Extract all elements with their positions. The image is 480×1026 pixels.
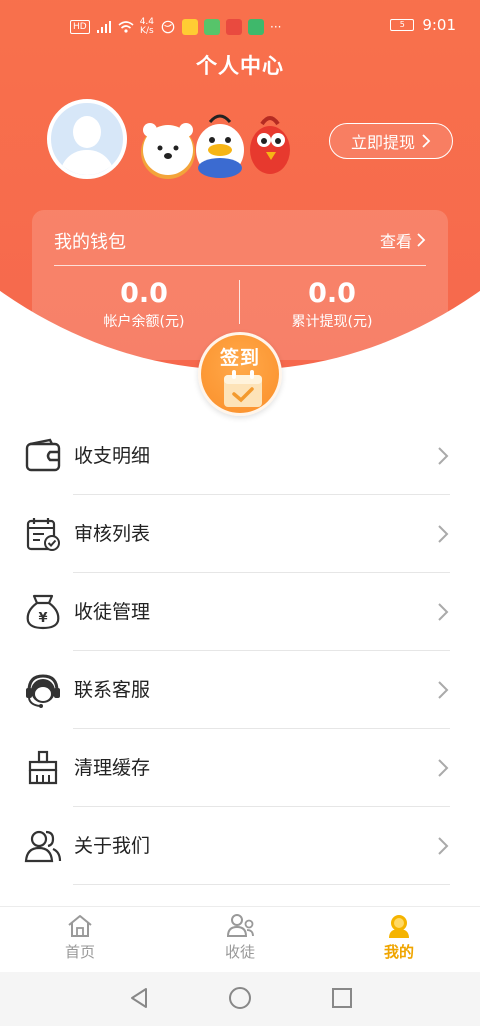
menu-item-income-expense[interactable]: 收支明细: [0, 417, 480, 495]
chevron-right-icon: [438, 603, 449, 621]
home-circle-icon[interactable]: [228, 986, 252, 1010]
system-navigation-bar: [0, 972, 480, 1026]
app-notification-icon: [182, 19, 199, 35]
menu-item-label: 清理缓存: [74, 757, 151, 779]
menu-item-label: 审核列表: [74, 523, 151, 545]
chevron-right-icon: [438, 759, 449, 777]
browser-icon: [161, 20, 175, 34]
account-balance-label: 帐户余额(元): [103, 314, 185, 330]
clock: 9:01: [422, 16, 456, 34]
page-title: 个人中心: [196, 54, 284, 78]
chevron-right-icon: [438, 525, 449, 543]
battery-icon: 5: [390, 19, 415, 31]
total-withdrawn-label: 累计提现(元): [291, 314, 373, 330]
tab-label: 收徒: [224, 943, 255, 961]
menu-divider: [73, 884, 450, 885]
app-notification-icon: [248, 19, 265, 35]
checkin-label: 签到: [219, 347, 260, 369]
menu-item-apprentice-management[interactable]: ¥ 收徒管理: [0, 573, 480, 651]
mascot-illustration: [141, 114, 290, 179]
chevron-right-icon: [422, 134, 431, 148]
headset-icon: [26, 674, 60, 708]
app-notification-icon: [204, 19, 221, 35]
bottom-tab-bar: 首页 收徒 我的: [0, 906, 480, 970]
tab-mine[interactable]: 我的: [359, 913, 439, 962]
tab-label: 我的: [383, 943, 414, 961]
wifi-icon: [118, 21, 134, 33]
account-balance: 0.0 帐户余额(元): [44, 278, 244, 331]
apprentice-icon: [226, 914, 254, 937]
withdraw-now-button[interactable]: 立即提现: [329, 123, 453, 159]
calendar-check-icon: [26, 518, 60, 551]
money-bag-icon: ¥: [26, 594, 60, 630]
menu-item-about-us[interactable]: 关于我们: [0, 807, 480, 885]
home-icon: [68, 915, 92, 937]
calendar-check-icon: [224, 370, 262, 407]
tab-home[interactable]: 首页: [40, 913, 120, 962]
wallet-title: 我的钱包: [54, 232, 126, 253]
menu-item-label: 收支明细: [74, 445, 151, 467]
menu-list: 收支明细 审核列表 ¥ 收徒管理 联系客服 清理缓存 关于我们: [0, 417, 480, 885]
chevron-right-icon: [417, 233, 426, 247]
app-notification-icon: [226, 19, 243, 35]
menu-item-review-list[interactable]: 审核列表: [0, 495, 480, 573]
withdraw-now-label: 立即提现: [350, 133, 415, 152]
wallet-icon: [25, 438, 61, 472]
wallet-view-label: 查看: [379, 232, 412, 251]
account-balance-value: 0.0: [120, 278, 168, 309]
wallet-divider: [54, 265, 426, 266]
avatar[interactable]: [47, 99, 127, 179]
checkin-button[interactable]: 签到: [198, 332, 282, 416]
total-withdrawn: 0.0 累计提现(元): [232, 278, 432, 331]
users-icon: [24, 830, 62, 863]
menu-item-contact-support[interactable]: 联系客服: [0, 651, 480, 729]
more-dots-icon: ···: [270, 20, 282, 34]
menu-item-clear-cache[interactable]: 清理缓存: [0, 729, 480, 807]
wallet-view-link[interactable]: 查看: [380, 228, 426, 252]
menu-item-label: 联系客服: [74, 679, 151, 701]
tab-apprentice[interactable]: 收徒: [200, 913, 280, 962]
back-icon[interactable]: [128, 986, 150, 1010]
hd-icon: HD: [70, 20, 90, 34]
menu-item-label: 收徒管理: [74, 601, 151, 623]
chevron-right-icon: [438, 837, 449, 855]
status-bar: HD 4.4 K/s ··· 5 9:01: [0, 0, 480, 52]
svg-text:¥: ¥: [38, 611, 47, 626]
chevron-right-icon: [438, 447, 449, 465]
total-withdrawn-value: 0.0: [308, 278, 356, 309]
profile-icon: [389, 915, 409, 938]
menu-item-label: 关于我们: [74, 835, 151, 857]
signal-icon: [96, 21, 111, 33]
network-speed: 4.4 K/s: [139, 17, 155, 36]
broom-icon: [28, 750, 58, 785]
chevron-right-icon: [438, 681, 449, 699]
tab-label: 首页: [64, 943, 95, 961]
recent-apps-icon[interactable]: [331, 986, 353, 1010]
